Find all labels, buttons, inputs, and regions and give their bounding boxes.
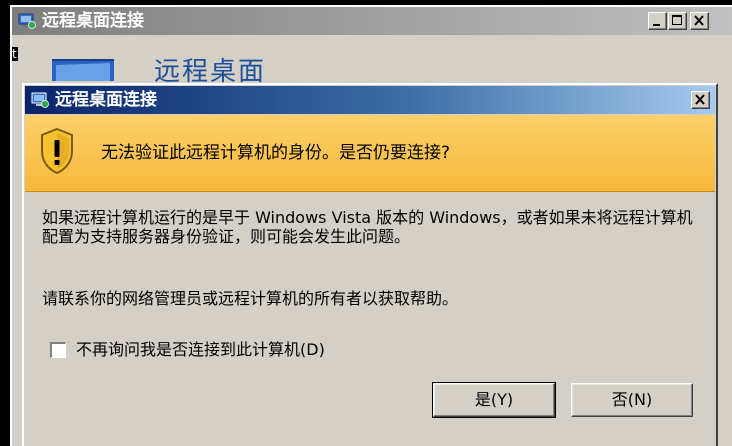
maximize-icon — [672, 15, 682, 25]
remote-desktop-icon — [31, 92, 49, 108]
warning-shield-icon — [41, 127, 73, 175]
minimize-button[interactable] — [648, 12, 667, 30]
yes-button[interactable]: 是(Y) — [432, 382, 556, 418]
dialog-title: 远程桌面连接 — [55, 90, 157, 110]
screen: 远程桌面连接 t 远程桌面 远程桌面连接 无法验证此远程计算机的身份。是否仍要连… — [0, 0, 732, 446]
close-icon — [695, 94, 705, 105]
message-text: 如果远程计算机运行的是早于 Windows Vista 版本的 Windows，… — [42, 208, 693, 246]
close-button[interactable] — [690, 12, 709, 30]
background-window-titlebar[interactable]: 远程桌面连接 — [12, 7, 732, 35]
maximize-button[interactable] — [668, 12, 687, 30]
dont-ask-again-label[interactable]: 不再询问我是否连接到此计算机(D) — [76, 339, 325, 361]
monitor-graphic-icon — [52, 59, 114, 81]
dialog-close-button[interactable] — [691, 91, 710, 109]
dialog-titlebar[interactable]: 远程桌面连接 — [25, 86, 715, 114]
no-button[interactable]: 否(N) — [571, 383, 693, 417]
background-edge-text: t — [12, 47, 18, 61]
close-icon — [694, 15, 704, 26]
help-text: 请联系你的网络管理员或远程计算机的所有者以获取帮助。 — [42, 289, 459, 308]
background-window-title: 远程桌面连接 — [42, 11, 144, 31]
minimize-icon — [653, 24, 660, 26]
remote-desktop-icon — [18, 13, 36, 29]
warning-banner: 无法验证此远程计算机的身份。是否仍要连接? — [25, 115, 715, 192]
remote-desktop-dialog: 远程桌面连接 无法验证此远程计算机的身份。是否仍要连接? 如果远程计算机运行的是… — [22, 83, 718, 446]
warning-text: 无法验证此远程计算机的身份。是否仍要连接? — [101, 143, 451, 163]
dont-ask-again-checkbox[interactable] — [50, 342, 66, 358]
